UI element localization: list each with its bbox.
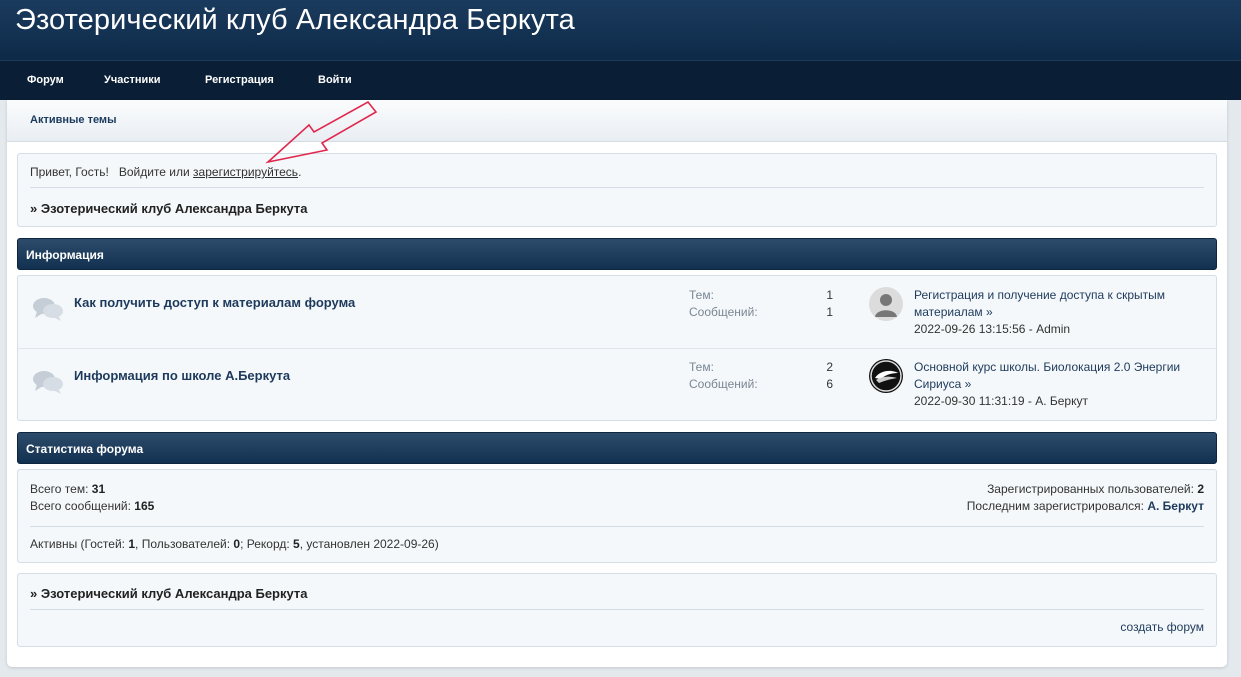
registered-value: 2 <box>1197 482 1204 496</box>
topics-count: 1 <box>826 288 833 302</box>
online-stats: Активны (Гостей: 1, Пользователей: 0; Ре… <box>30 536 439 553</box>
record-label: ; Рекорд: <box>240 537 290 551</box>
sub-navbar: Активные темы <box>7 100 1227 142</box>
record-date: , установлен 2022-09-26) <box>299 537 439 551</box>
welcome-text: Привет, Гость! Войдите или зарегистрируй… <box>30 165 301 179</box>
last-post: Основной курс школы. Биолокация 2.0 Энер… <box>914 359 1204 410</box>
nav-register[interactable]: Регистрация <box>205 74 274 86</box>
total-posts-value: 165 <box>134 499 155 513</box>
active-topics-link[interactable]: Активные темы <box>30 114 116 126</box>
posts-count: 1 <box>826 305 833 319</box>
total-topics: Всего тем: 31 <box>30 481 105 498</box>
login-prompt: Войдите или <box>118 165 190 179</box>
forum-link-school-info[interactable]: Информация по школе А.Беркута <box>74 368 290 383</box>
posts-count: 6 <box>826 377 833 391</box>
main-navbar: Форум Участники Регистрация Войти <box>0 60 1241 100</box>
last-registered: Последним зарегистрировался: А. Беркут <box>967 498 1204 515</box>
stats-box: Всего тем: 31 Всего сообщений: 165 Зарег… <box>17 469 1217 563</box>
registered-label: Зарегистрированных пользователей: <box>987 482 1194 496</box>
footer-box: » Эзотерический клуб Александра Беркута … <box>17 573 1217 647</box>
last-registered-user-link[interactable]: А. Беркут <box>1147 499 1204 513</box>
last-post-link[interactable]: Основной курс школы. Биолокация 2.0 Энер… <box>914 360 1180 391</box>
site-header: Эзотерический клуб Александра Беркута <box>0 0 1241 60</box>
welcome-box: Привет, Гость! Войдите или зарегистрируй… <box>17 153 1217 227</box>
last-post-meta: 2022-09-30 11:31:19 - А. Беркут <box>914 394 1088 408</box>
topics-label: Тем: <box>689 360 714 374</box>
total-posts: Всего сообщений: 165 <box>30 498 154 515</box>
stats-header: Статистика форума <box>17 432 1217 464</box>
forum-bubbles-icon <box>33 298 63 321</box>
posts-label: Сообщений: <box>689 377 758 391</box>
forum-link-access[interactable]: Как получить доступ к материалам форума <box>74 295 355 310</box>
record-count: 5 <box>293 537 300 551</box>
default-user-avatar-icon[interactable] <box>869 287 903 321</box>
registered-users: Зарегистрированных пользователей: 2 <box>987 481 1204 498</box>
total-topics-value: 31 <box>91 482 106 496</box>
divider <box>30 526 1204 527</box>
forum-list: Как получить доступ к материалам форума … <box>17 275 1217 421</box>
wing-logo-avatar-icon[interactable] <box>869 359 903 393</box>
last-post: Регистрация и получение доступа к скрыты… <box>914 287 1204 338</box>
last-post-link[interactable]: Регистрация и получение доступа к скрыты… <box>914 288 1165 319</box>
greeting: Привет, Гость! <box>30 165 109 179</box>
site-title[interactable]: Эзотерический клуб Александра Беркута <box>15 4 575 37</box>
total-topics-label: Всего тем: <box>30 482 89 496</box>
topics-count: 2 <box>826 360 833 374</box>
topics-label: Тем: <box>689 288 714 302</box>
category-header: Информация <box>17 238 1217 270</box>
divider <box>30 609 1204 610</box>
divider <box>30 187 1204 188</box>
breadcrumb[interactable]: » Эзотерический клуб Александра Беркута <box>30 201 308 216</box>
category-title[interactable]: Информация <box>26 248 104 262</box>
row-divider <box>18 348 1216 349</box>
nav-forum[interactable]: Форум <box>27 74 64 86</box>
last-registered-label: Последним зарегистрировался: <box>966 499 1144 513</box>
posts-label: Сообщений: <box>689 305 758 319</box>
stats-title: Статистика форума <box>26 442 144 456</box>
forum-bubbles-icon <box>33 371 63 394</box>
users-label: , Пользователей: <box>135 537 231 551</box>
nav-members[interactable]: Участники <box>104 74 161 86</box>
footer-breadcrumb[interactable]: » Эзотерический клуб Александра Беркута <box>30 586 308 601</box>
online-prefix: Активны (Гостей: <box>30 537 125 551</box>
create-forum-link[interactable]: создать форум <box>1120 620 1204 634</box>
page-container: Активные темы Привет, Гость! Войдите или… <box>7 100 1227 667</box>
last-post-meta: 2022-09-26 13:15:56 - Admin <box>914 322 1071 336</box>
punctuation: . <box>298 165 302 179</box>
nav-login[interactable]: Войти <box>318 74 352 86</box>
total-posts-label: Всего сообщений: <box>30 499 131 513</box>
register-link[interactable]: зарегистрируйтесь <box>193 165 298 179</box>
